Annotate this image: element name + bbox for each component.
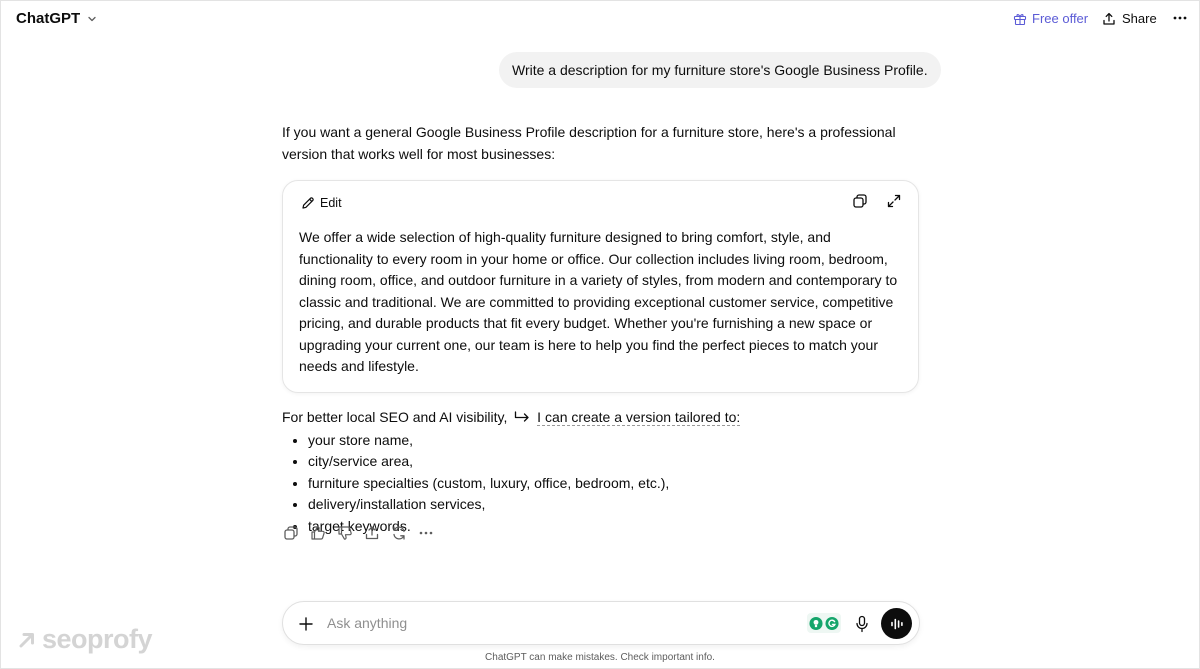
chevron-down-icon [88, 16, 96, 21]
model-name: ChatGPT [16, 10, 81, 27]
free-offer-button[interactable]: Free offer [1013, 11, 1088, 26]
follow-up-link[interactable]: I can create a version tailored to: [537, 408, 741, 426]
list-item: city/service area, [308, 451, 922, 473]
assistant-message: If you want a general Google Business Pr… [282, 121, 922, 537]
list-item: delivery/installation services, [308, 494, 922, 516]
disclaimer: ChatGPT can make mistakes. Check importa… [485, 652, 715, 663]
pencil-icon [302, 197, 314, 209]
watermark-logo: seoprofy [18, 624, 153, 655]
extension-icons [807, 613, 841, 633]
share-response-icon[interactable] [364, 525, 380, 541]
regenerate-icon[interactable] [391, 525, 407, 541]
watermark-text: seoprofy [42, 624, 153, 654]
user-message-text: Write a description for my furniture sto… [512, 62, 928, 78]
copy-response-icon[interactable] [283, 525, 299, 541]
bulb-extension-icon[interactable] [809, 616, 823, 631]
plus-icon[interactable] [298, 616, 314, 632]
ask-input[interactable] [327, 610, 777, 636]
user-message-bubble: Write a description for my furniture sto… [499, 52, 941, 88]
free-offer-label: Free offer [1032, 11, 1089, 26]
canvas-card-actions [852, 193, 902, 209]
suggestion-list: your store name, city/service area, furn… [282, 430, 922, 538]
gift-icon [1013, 13, 1027, 25]
list-item: your store name, [308, 430, 922, 452]
share-icon [1103, 12, 1115, 25]
grammarly-icon[interactable] [825, 616, 839, 631]
edit-button[interactable]: Edit [293, 191, 350, 215]
assistant-intro: If you want a general Google Business Pr… [282, 124, 896, 162]
composer [282, 601, 920, 645]
canvas-card: Edit We offer a wide selection of high-q… [282, 180, 919, 393]
follow-up-text: For better local SEO and AI visibility, … [282, 406, 922, 428]
microphone-icon[interactable] [854, 615, 870, 633]
expand-icon[interactable] [886, 193, 902, 209]
reply-arrow-icon [515, 410, 529, 422]
header: ChatGPT Free offer Share [0, 0, 1200, 40]
follow-up-prefix: For better local SEO and AI visibility, [282, 408, 508, 425]
canvas-card-toolbar: Edit [299, 191, 902, 215]
voice-mode-button[interactable] [881, 608, 912, 639]
more-actions-icon[interactable] [418, 525, 434, 541]
sound-wave-icon [890, 618, 903, 629]
thumbs-up-icon[interactable] [310, 525, 326, 541]
thumbs-down-icon[interactable] [337, 525, 353, 541]
model-picker[interactable]: ChatGPT [16, 10, 98, 27]
arrow-logo-icon [19, 632, 34, 647]
list-item: furniture specialties (custom, luxury, o… [308, 473, 922, 495]
message-actions [283, 525, 434, 541]
share-label: Share [1122, 11, 1157, 26]
share-button[interactable]: Share [1102, 11, 1157, 26]
canvas-card-body: We offer a wide selection of high-qualit… [299, 229, 898, 374]
copy-icon[interactable] [852, 193, 868, 209]
edit-label: Edit [320, 196, 342, 210]
more-options-icon[interactable] [1172, 10, 1188, 26]
